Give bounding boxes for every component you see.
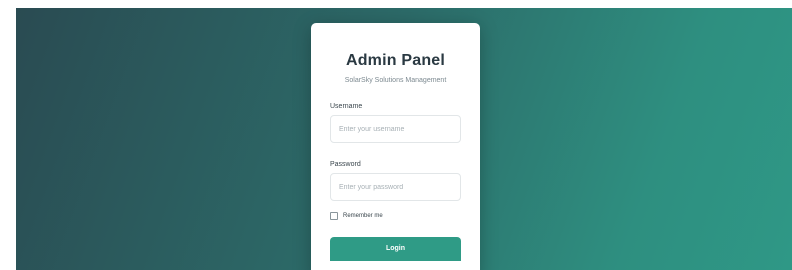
page-background: Admin Panel SolarSky Solutions Managemen…: [16, 8, 792, 270]
page-title: Admin Panel: [345, 52, 446, 69]
login-card: Admin Panel SolarSky Solutions Managemen…: [311, 23, 480, 270]
username-input[interactable]: [330, 115, 461, 143]
login-button[interactable]: Login: [330, 237, 461, 261]
page-subtitle: SolarSky Solutions Management: [344, 77, 447, 84]
password-input[interactable]: [330, 173, 461, 201]
username-label: Username: [330, 103, 363, 110]
password-label: Password: [330, 161, 361, 168]
remember-me-checkbox[interactable]: [330, 212, 338, 220]
remember-me-label[interactable]: Remember me: [343, 213, 383, 219]
remember-me-row[interactable]: Remember me: [330, 212, 461, 220]
